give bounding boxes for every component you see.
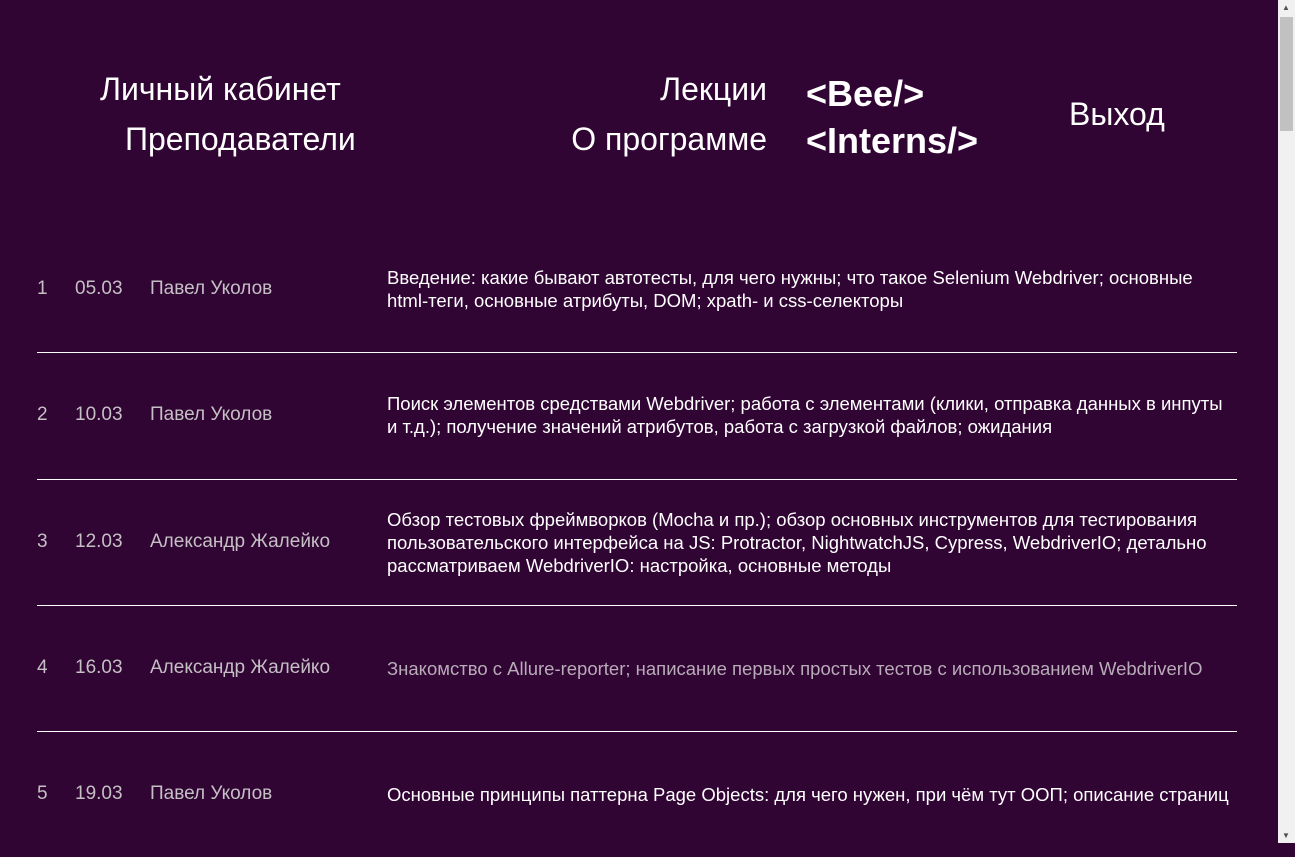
lecture-number: 4 bbox=[37, 657, 48, 678]
nav-about[interactable]: О программе bbox=[571, 121, 767, 158]
logo[interactable]: <Bee/> <Interns/> bbox=[806, 70, 978, 164]
logout-button[interactable]: Выход bbox=[1069, 96, 1165, 133]
nav-teachers[interactable]: Преподаватели bbox=[125, 121, 356, 158]
lecture-topic: Введение: какие бывают автотесты, для че… bbox=[387, 267, 1193, 311]
lecture-topic: Поиск элементов средствами Webdriver; ра… bbox=[387, 393, 1223, 437]
table-row: 3 12.03 Александр Жалейко Обзор тестовых… bbox=[37, 479, 1237, 605]
lecture-date: 19.03 bbox=[75, 783, 123, 804]
lecture-number: 1 bbox=[37, 278, 48, 299]
lecture-date: 10.03 bbox=[75, 404, 123, 425]
lecture-teacher: Александр Жалейко bbox=[150, 657, 331, 678]
logo-line-1: <Bee/> bbox=[806, 73, 925, 114]
lecture-number: 3 bbox=[37, 531, 48, 552]
scroll-up-arrow-icon[interactable]: ▲ bbox=[1282, 3, 1290, 12]
lecture-number: 2 bbox=[37, 404, 48, 425]
vertical-scrollbar[interactable]: ▲ ▼ bbox=[1278, 0, 1295, 843]
lecture-date: 16.03 bbox=[75, 657, 123, 678]
lecture-topic: Знакомство с Allure-reporter; написание … bbox=[387, 657, 1203, 679]
nav-lectures[interactable]: Лекции bbox=[660, 71, 767, 108]
lecture-teacher: Павел Уколов bbox=[150, 404, 273, 425]
lecture-topic: Основные принципы паттерна Page Objects:… bbox=[387, 783, 1229, 805]
lecture-teacher: Александр Жалейко bbox=[150, 531, 331, 552]
lecture-topic: Обзор тестовых фреймворков (Mocha и пр.)… bbox=[387, 508, 1207, 576]
scrollbar-thumb[interactable] bbox=[1280, 17, 1293, 131]
lecture-number: 5 bbox=[37, 783, 48, 804]
nav-personal-account[interactable]: Личный кабинет bbox=[100, 71, 341, 108]
table-row: 5 19.03 Павел Уколов Основные принципы п… bbox=[37, 731, 1237, 857]
table-row: 4 16.03 Александр Жалейко Знакомство с A… bbox=[37, 605, 1237, 731]
table-row: 2 10.03 Павел Уколов Поиск элементов сре… bbox=[37, 352, 1237, 478]
scroll-down-arrow-icon[interactable]: ▼ bbox=[1282, 831, 1290, 840]
lecture-teacher: Павел Уколов bbox=[150, 783, 273, 804]
lecture-date: 05.03 bbox=[75, 278, 123, 299]
lecture-date: 12.03 bbox=[75, 531, 123, 552]
logo-line-2: <Interns/> bbox=[806, 120, 979, 161]
table-row: 1 05.03 Павел Уколов Введение: какие быв… bbox=[37, 226, 1237, 352]
lecture-teacher: Павел Уколов bbox=[150, 278, 273, 299]
